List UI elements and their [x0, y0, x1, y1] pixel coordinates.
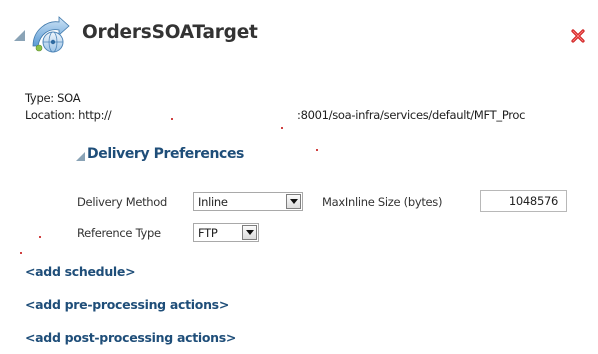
- max-inline-size-input[interactable]: 1048576: [480, 190, 567, 212]
- soa-target-icon: [32, 16, 70, 53]
- delivery-method-label: Delivery Method: [77, 195, 168, 209]
- artifact-dot: [20, 252, 22, 254]
- artifact-dot: [171, 118, 173, 120]
- reference-type-label: Reference Type: [77, 226, 161, 240]
- chevron-down-icon[interactable]: [242, 225, 257, 240]
- chevron-down-icon[interactable]: [286, 194, 301, 209]
- reference-type-value: FTP: [198, 226, 218, 240]
- add-post-processing-link[interactable]: <add post-processing actions>: [25, 330, 236, 345]
- add-pre-processing-link[interactable]: <add pre-processing actions>: [25, 297, 229, 312]
- artifact-dot: [316, 149, 318, 151]
- max-inline-size-label: MaxInline Size (bytes): [322, 195, 443, 209]
- delivery-method-value: Inline: [198, 195, 228, 209]
- type-text: Type: SOA: [25, 91, 81, 105]
- page-title: OrdersSOATarget: [82, 22, 258, 43]
- section-title-delivery-preferences[interactable]: Delivery Preferences: [87, 146, 244, 162]
- reference-type-select[interactable]: FTP: [193, 223, 259, 242]
- location-prefix: Location: http://: [25, 108, 112, 122]
- add-schedule-link[interactable]: <add schedule>: [25, 264, 136, 279]
- delivery-method-select[interactable]: Inline: [193, 192, 303, 211]
- delete-x-icon[interactable]: [570, 28, 586, 44]
- location-path: :8001/soa-infra/services/default/MFT_Pro…: [297, 108, 526, 122]
- artifact-dot: [39, 236, 41, 238]
- collapse-toggle-icon[interactable]: [14, 30, 25, 41]
- artifact-dot: [281, 127, 283, 129]
- section-collapse-icon[interactable]: [76, 152, 85, 161]
